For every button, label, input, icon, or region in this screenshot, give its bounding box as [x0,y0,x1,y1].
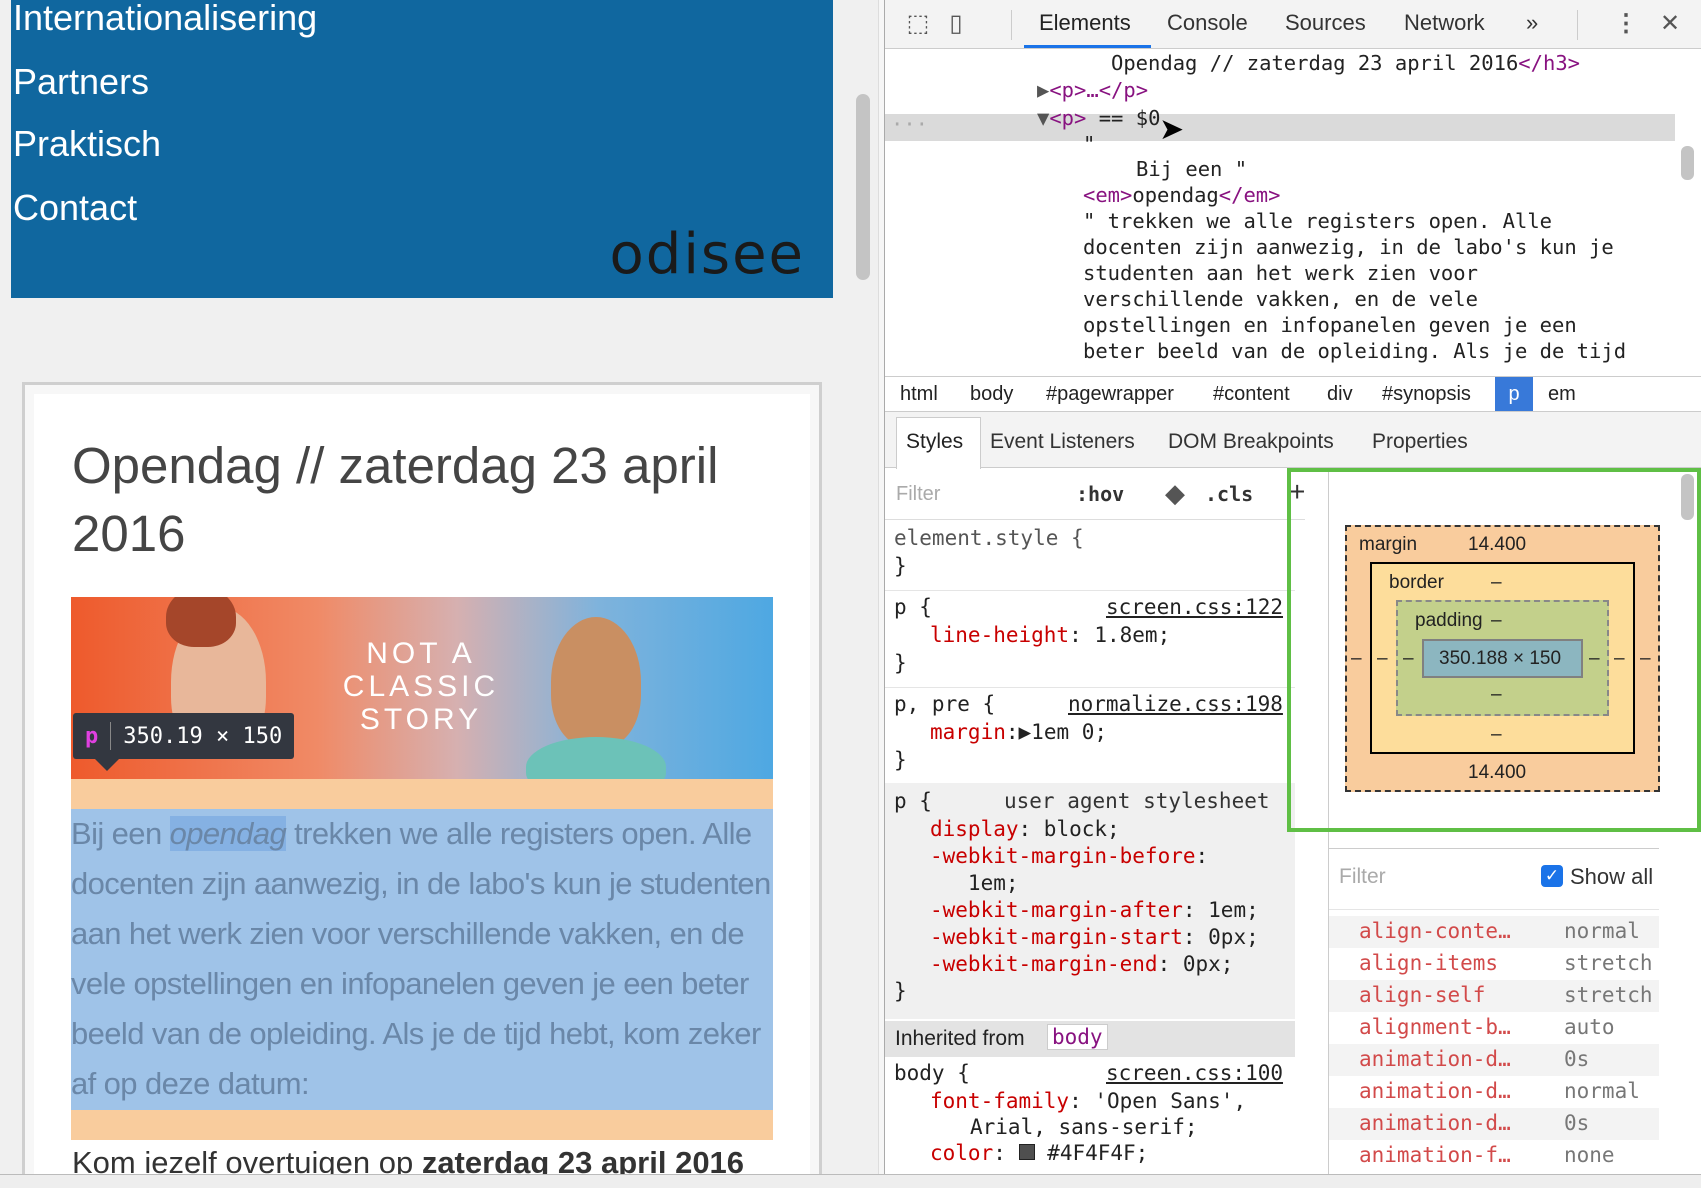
tab-network[interactable]: Network [1404,10,1485,36]
color-swatch[interactable] [1018,1144,1035,1160]
rendering-icon[interactable]: ◆ [1165,478,1185,509]
tab-dom-breakpoints[interactable]: DOM Breakpoints [1168,430,1334,454]
crumb-div[interactable]: div [1327,383,1353,406]
computed-property-name: animation-d… [1359,1047,1511,1071]
expand-triangle-icon[interactable]: ▶ [1019,720,1032,744]
element-tooltip: p 350.19 × 150 [73,713,295,771]
page-scrollbar[interactable] [856,94,870,280]
row-dots: ··· [891,112,929,136]
tab-console[interactable]: Console [1167,10,1248,36]
inherited-from-body-link[interactable]: body [1047,1024,1108,1050]
computed-property-name: align-conte… [1359,919,1511,943]
computed-property-value: stretch [1564,951,1653,975]
crumb-p[interactable]: p [1495,377,1533,411]
computed-property-name: alignment-b… [1359,1015,1511,1039]
kebab-menu-icon[interactable]: ⋮ [1611,9,1641,39]
computed-property-name: animation-d… [1359,1079,1511,1103]
source-link[interactable]: normalize.css:198 [1068,692,1283,716]
bottom-scrollbar-bar[interactable] [0,1174,1701,1188]
source-link[interactable]: screen.css:122 [1106,595,1283,619]
site-header: Internationalisering Partners Praktisch … [11,0,833,298]
tooltip-tag: p [85,723,99,749]
crumb-em[interactable]: em [1548,383,1576,406]
tab-styles[interactable]: Styles [906,430,963,454]
tab-elements[interactable]: Elements [1039,10,1131,36]
computed-property-row[interactable]: animation-d… 0s [1329,1044,1659,1076]
computed-property-value: normal [1564,919,1640,943]
margin-overlay-top [71,779,773,809]
crumb-synopsis[interactable]: #synopsis [1382,383,1471,406]
computed-property-value: normal [1564,1079,1640,1103]
next-paragraph: Kom iezelf overtuigen op zaterdag 23 apr… [72,1145,745,1174]
computed-property-value: auto [1564,1015,1615,1039]
tab-sources[interactable]: Sources [1285,10,1366,36]
tab-event-listeners[interactable]: Event Listeners [990,430,1135,454]
article-title: Opendag // zaterdag 23 april 2016 [72,437,719,562]
tree-scrollbar[interactable] [1681,146,1694,180]
hov-toggle[interactable]: :hov [1076,482,1124,506]
computed-property-value: 0s [1564,1111,1590,1135]
styles-filter-input[interactable]: Filter [896,483,940,506]
highlighted-paragraph: Bij een opendag trekken we alle register… [71,809,773,1110]
computed-property-row[interactable]: animation-f… none [1329,1140,1659,1172]
cls-toggle[interactable]: .cls [1205,482,1253,506]
styles-pane: Filter :hov ◆ .cls + element.style { } p… [885,468,1305,1174]
breadcrumb: html body #pagewrapper #content div #syn… [885,376,1701,412]
more-tabs-button[interactable]: » [1526,10,1538,36]
collapsed-p-node[interactable]: ▶<p>…</p> [1037,78,1148,102]
inherited-header: Inherited from body [885,1021,1295,1057]
nav-contact[interactable]: Contact [13,188,137,228]
dom-tree: ··· Opendag // zaterdag 23 april 2016</h… [885,50,1701,376]
computed-property-name: align-items [1359,951,1499,975]
computed-property-value: 0s [1564,1047,1590,1071]
hair [166,597,236,647]
computed-property-value: none [1564,1143,1615,1167]
device-toolbar-icon[interactable]: ▯ [941,9,971,39]
banner-text: NOT A CLASSIC STORY [342,637,500,736]
show-all-label: Show all [1570,864,1654,889]
crumb-html[interactable]: html [900,383,938,406]
computed-property-name: align-self [1359,983,1486,1007]
selected-node-row[interactable] [885,114,1675,141]
nav-partners[interactable]: Partners [13,62,149,102]
computed-property-row[interactable]: animation-d… normal [1329,1076,1659,1108]
show-all-checkbox[interactable]: ✓ [1541,865,1563,887]
computed-property-row[interactable]: alignment-b… auto [1329,1012,1659,1044]
close-icon[interactable]: ✕ [1655,9,1685,39]
crumb-body[interactable]: body [970,383,1013,406]
man-shirt [526,737,666,779]
computed-property-row[interactable]: align-conte… normal [1329,916,1659,948]
devtools-tabbar: ⬚ ▯ Elements Console Sources Network » ⋮… [885,0,1701,49]
sidebar-tabs: Styles Event Listeners DOM Breakpoints P… [885,412,1701,469]
nav-praktisch[interactable]: Praktisch [13,124,161,164]
mouse-cursor-icon: ➤ [1159,113,1185,146]
crumb-pagewrapper[interactable]: #pagewrapper [1046,383,1174,406]
computed-property-row[interactable]: align-items stretch [1329,948,1659,980]
tab-properties[interactable]: Properties [1372,430,1468,454]
web-page: Internationalisering Partners Praktisch … [0,0,884,1174]
computed-property-row[interactable]: animation-d… 0s [1329,1108,1659,1140]
source-link[interactable]: screen.css:100 [1106,1061,1283,1085]
tooltip-size: 350.19 × 150 [123,723,283,749]
computed-property-name: animation-d… [1359,1111,1511,1135]
man-figure [551,617,641,747]
computed-property-value: stretch [1564,983,1653,1007]
computed-filter-input[interactable]: Filter [1339,865,1386,889]
nav-internationalisering[interactable]: Internationalisering [13,0,317,38]
computed-property-name: animation-f… [1359,1143,1511,1167]
crumb-content[interactable]: #content [1213,383,1290,406]
margin-overlay-bottom [71,1110,773,1140]
highlight-box [1287,468,1701,832]
inspect-element-icon[interactable]: ⬚ [903,9,933,39]
odisee-logo[interactable]: odisee [610,222,805,287]
em-node[interactable]: <em>opendag</em> [1083,183,1281,207]
selected-p-node[interactable]: ▼<p> == $0 [1037,106,1160,130]
computed-property-row[interactable]: align-self stretch [1329,980,1659,1012]
active-tab-indicator [1024,45,1151,48]
